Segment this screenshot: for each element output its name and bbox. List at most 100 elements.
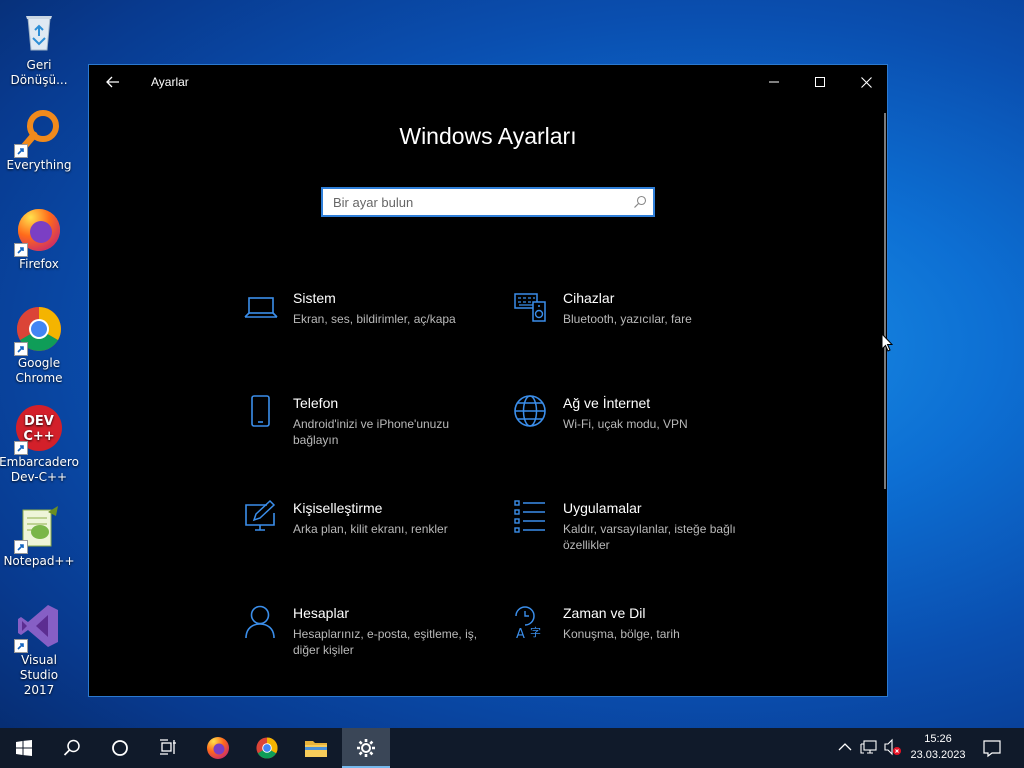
apps-list-icon bbox=[513, 499, 549, 535]
file-explorer-icon bbox=[305, 741, 327, 757]
notepadpp-icon bbox=[14, 502, 64, 554]
shortcut-arrow-icon bbox=[14, 540, 28, 554]
tile-network[interactable]: Ağ ve İnternet Wi-Fi, uçak modu, VPN bbox=[513, 394, 753, 464]
tile-description: Bluetooth, yazıcılar, fare bbox=[563, 312, 692, 326]
tile-title: Kişiselleştirme bbox=[293, 500, 383, 516]
tile-title: Zaman ve Dil bbox=[563, 605, 646, 621]
tile-system[interactable]: Sistem Ekran, ses, bildirimler, aç/kapa bbox=[243, 289, 483, 359]
tile-personalization[interactable]: Kişiselleştirme Arka plan, kilit ekranı,… bbox=[243, 499, 483, 569]
task-view-button[interactable] bbox=[144, 728, 192, 768]
clock-date: 23.03.2023 bbox=[910, 749, 966, 761]
search-icon[interactable] bbox=[633, 195, 647, 209]
shortcut-arrow-icon bbox=[14, 342, 28, 356]
chevron-up-icon[interactable] bbox=[836, 738, 854, 756]
shortcut-arrow-icon bbox=[14, 144, 28, 158]
maximize-icon bbox=[815, 77, 825, 87]
task-view-icon bbox=[160, 739, 176, 755]
notification-center-icon[interactable] bbox=[982, 738, 1002, 758]
svg-text:DEV: DEV bbox=[24, 414, 54, 429]
firefox-icon bbox=[14, 205, 64, 257]
desktop-icon-visual-studio[interactable]: Visual Studio 2017 bbox=[2, 601, 76, 698]
cortana-button[interactable] bbox=[96, 728, 144, 768]
desktop-icon-notepadpp[interactable]: Notepad++ bbox=[2, 502, 76, 569]
desktop-icon-label: Notepad++ bbox=[3, 554, 75, 568]
chrome-icon bbox=[14, 304, 64, 356]
tile-title: Cihazlar bbox=[563, 290, 615, 306]
title-bar[interactable]: Ayarlar bbox=[89, 65, 887, 99]
taskbar-search-button[interactable] bbox=[48, 728, 96, 768]
desktop-icon-chrome[interactable]: Google Chrome bbox=[2, 304, 76, 386]
phone-icon bbox=[243, 394, 279, 430]
minimize-button[interactable] bbox=[751, 65, 797, 99]
scrollbar[interactable] bbox=[884, 113, 886, 489]
globe-icon bbox=[513, 394, 549, 430]
desktop-icon-everything[interactable]: Everything bbox=[2, 106, 76, 173]
taskbar-chrome[interactable] bbox=[243, 728, 291, 768]
settings-icon bbox=[357, 739, 375, 757]
devcpp-icon: DEV C++ bbox=[14, 403, 64, 455]
page-title: Windows Ayarları bbox=[399, 123, 577, 149]
search-icon bbox=[63, 739, 80, 756]
system-clock[interactable]: 15:26 23.03.2023 bbox=[900, 731, 976, 763]
tile-time-language[interactable]: A字 Zaman ve Dil Konuşma, bölge, tarih bbox=[513, 604, 753, 674]
tile-description: Android'inizi ve iPhone'unuzu bağlayın bbox=[293, 417, 450, 447]
minimize-icon bbox=[769, 81, 779, 83]
shortcut-arrow-icon bbox=[14, 441, 28, 455]
tile-accounts[interactable]: Hesaplar Hesaplarınız, e-posta, eşitleme… bbox=[243, 604, 483, 674]
taskbar-firefox[interactable] bbox=[194, 728, 242, 768]
svg-text:A: A bbox=[516, 627, 525, 640]
tile-phone[interactable]: Telefon Android'inizi ve iPhone'unuzu ba… bbox=[243, 394, 483, 464]
tile-description: Konuşma, bölge, tarih bbox=[563, 627, 680, 641]
tile-description: Wi-Fi, uçak modu, VPN bbox=[563, 417, 688, 431]
everything-search-icon bbox=[14, 106, 64, 158]
personalization-icon bbox=[243, 499, 279, 535]
laptop-icon bbox=[243, 289, 279, 325]
tile-title: Ağ ve İnternet bbox=[563, 395, 651, 411]
cortana-icon bbox=[112, 740, 128, 756]
tile-title: Hesaplar bbox=[293, 605, 350, 621]
desktop-icon-label: Visual Studio 2017 bbox=[19, 653, 59, 697]
search-input[interactable] bbox=[323, 189, 623, 215]
tile-title: Sistem bbox=[293, 290, 336, 306]
firefox-icon bbox=[207, 737, 229, 759]
settings-window: Ayarlar Windows Ayarları Sistem Ekran, s… bbox=[88, 64, 888, 697]
tile-title: Telefon bbox=[293, 395, 339, 411]
desktop: Geri Dönüşü... Everything Firefox Google… bbox=[0, 0, 1024, 728]
desktop-icon-label: Firefox bbox=[19, 257, 59, 271]
person-icon bbox=[243, 604, 279, 640]
taskbar: 15:26 23.03.2023 bbox=[0, 728, 1024, 768]
tile-description: Arka plan, kilit ekranı, renkler bbox=[293, 522, 448, 536]
shortcut-arrow-icon bbox=[14, 639, 28, 653]
desktop-icon-label: Google Chrome bbox=[15, 356, 63, 385]
taskbar-settings[interactable] bbox=[342, 728, 390, 768]
start-icon bbox=[16, 740, 32, 756]
tile-description: Hesaplarınız, e-posta, eşitleme, iş, diğ… bbox=[293, 627, 478, 657]
maximize-button[interactable] bbox=[797, 65, 843, 99]
desktop-icon-recycle-bin[interactable]: Geri Dönüşü... bbox=[2, 6, 76, 88]
devices-icon bbox=[513, 289, 549, 325]
desktop-icon-devcpp[interactable]: DEV C++ Embarcadero Dev-C++ bbox=[0, 403, 79, 485]
desktop-icon-firefox[interactable]: Firefox bbox=[2, 205, 76, 272]
taskbar-file-explorer[interactable] bbox=[292, 728, 340, 768]
clock-time: 15:26 bbox=[924, 733, 952, 745]
tile-title: Uygulamalar bbox=[563, 500, 642, 516]
chrome-icon bbox=[256, 737, 278, 759]
search-box[interactable] bbox=[321, 187, 655, 217]
back-button[interactable] bbox=[99, 71, 127, 93]
close-button[interactable] bbox=[843, 65, 889, 99]
time-language-icon: A字 bbox=[513, 604, 549, 642]
desktop-icon-label: Embarcadero Dev-C++ bbox=[0, 455, 79, 484]
desktop-icon-label: Geri Dönüşü... bbox=[10, 58, 68, 87]
desktop-icon-label: Everything bbox=[6, 158, 72, 172]
svg-text:字: 字 bbox=[530, 625, 541, 639]
tile-apps[interactable]: Uygulamalar Kaldır, varsayılanlar, isteğ… bbox=[513, 499, 753, 569]
start-button[interactable] bbox=[0, 728, 48, 768]
mouse-cursor-icon bbox=[881, 333, 893, 352]
network-icon[interactable] bbox=[860, 738, 878, 756]
recycle-bin-icon bbox=[14, 6, 64, 56]
tile-devices[interactable]: Cihazlar Bluetooth, yazıcılar, fare bbox=[513, 289, 753, 359]
window-title: Ayarlar bbox=[151, 75, 189, 89]
tile-description: Ekran, ses, bildirimler, aç/kapa bbox=[293, 312, 456, 326]
shortcut-arrow-icon bbox=[14, 243, 28, 257]
visual-studio-icon bbox=[14, 601, 64, 653]
